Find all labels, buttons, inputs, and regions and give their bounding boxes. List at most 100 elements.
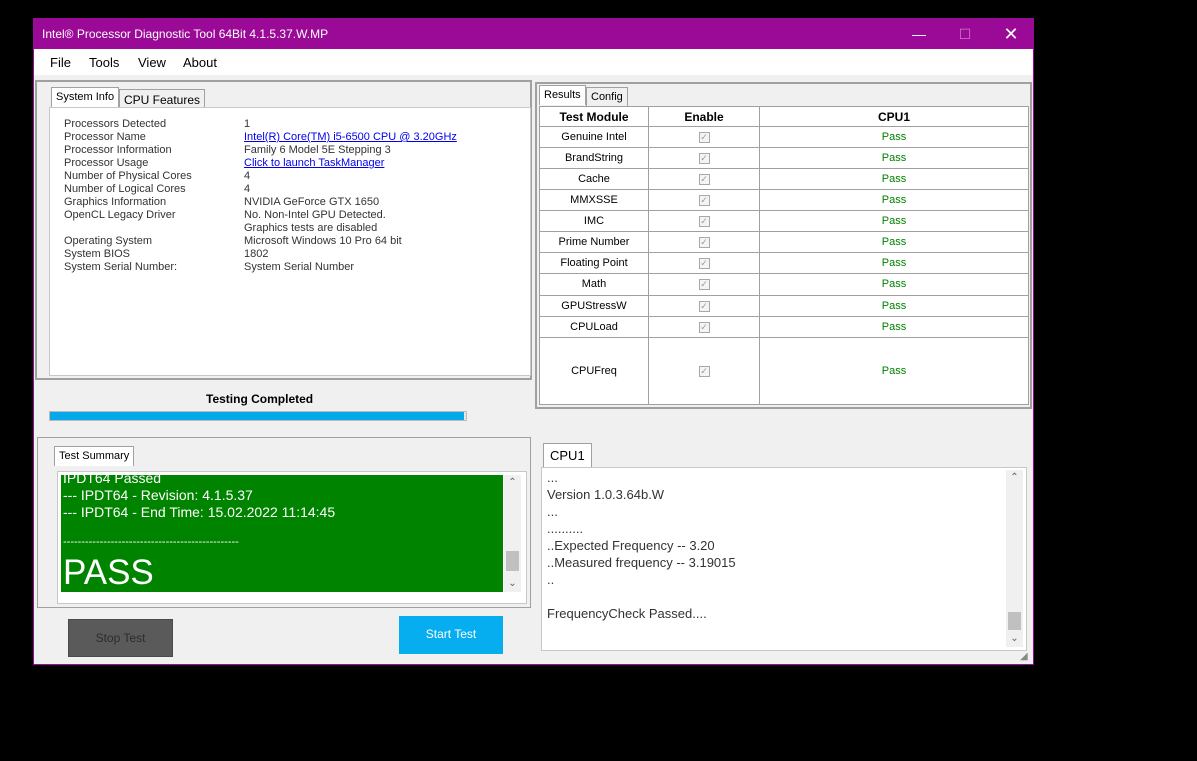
stop-test-button[interactable]: Stop Test: [68, 619, 173, 657]
info-value: Microsoft Windows 10 Pro 64 bit: [244, 235, 402, 247]
enable-checkbox[interactable]: ✓: [698, 174, 710, 186]
enable-checkbox[interactable]: ✓: [698, 321, 710, 333]
enable-checkbox[interactable]: ✓: [698, 132, 710, 144]
info-label: Number of Physical Cores: [64, 170, 192, 182]
test-module-cell: CPULoad: [539, 315, 649, 338]
menu-view[interactable]: View: [138, 55, 166, 70]
summary-separator: ----------------------------------------…: [63, 536, 239, 548]
tab-system-info[interactable]: System Info: [51, 87, 120, 107]
test-module-cell: CPUFreq: [539, 336, 649, 406]
result-cell: Pass: [759, 168, 1029, 191]
cpu1-log: ... Version 1.0.3.64b.W............. ..Exp…: [541, 467, 1027, 651]
table-row[interactable]: BrandString ✓ Pass: [539, 147, 1029, 170]
enable-cell: ✓: [648, 315, 760, 338]
enable-checkbox[interactable]: ✓: [698, 300, 710, 312]
enable-checkbox[interactable]: ✓: [698, 258, 710, 270]
enable-cell: ✓: [648, 189, 760, 212]
enable-checkbox[interactable]: ✓: [698, 153, 710, 165]
info-value: Graphics tests are disabled: [244, 222, 378, 234]
results-table: Test Module Enable CPU1 Genuine Intel ✓ Pa…: [539, 106, 1029, 406]
enable-cell: ✓: [648, 210, 760, 233]
menu-file[interactable]: File: [50, 55, 71, 70]
enable-checkbox[interactable]: ✓: [698, 195, 710, 207]
scroll-thumb[interactable]: [1008, 612, 1021, 630]
resize-grip-icon[interactable]: ◢: [1020, 651, 1032, 663]
test-module-cell: Floating Point: [539, 252, 649, 275]
summary-scrollbar[interactable]: ⌃ ⌄: [504, 475, 521, 592]
enable-checkbox[interactable]: ✓: [698, 237, 710, 249]
maximize-button[interactable]: ☐: [942, 19, 988, 49]
log-line: ..........: [547, 521, 584, 536]
test-module-cell: Genuine Intel: [539, 125, 649, 149]
tab-cpu1[interactable]: CPU1: [543, 443, 592, 467]
test-module-cell: Cache: [539, 168, 649, 191]
scroll-down-icon[interactable]: ⌄: [504, 576, 521, 592]
scroll-up-icon[interactable]: ⌃: [1006, 470, 1023, 486]
menu-bar: File Tools View About: [34, 49, 1033, 75]
info-value: Family 6 Model 5E Stepping 3: [244, 144, 391, 156]
menu-tools[interactable]: Tools: [89, 55, 119, 70]
summary-line: IPDT64 Passed: [63, 475, 162, 486]
table-row[interactable]: IMC ✓ Pass: [539, 210, 1029, 233]
result-cell: Pass: [759, 189, 1029, 212]
table-row[interactable]: MMXSSE ✓ Pass: [539, 189, 1029, 212]
enable-checkbox[interactable]: ✓: [698, 365, 710, 377]
info-link[interactable]: Click to launch TaskManager: [244, 157, 384, 170]
enable-cell: ✓: [648, 294, 760, 317]
table-row[interactable]: Prime Number ✓ Pass: [539, 231, 1029, 254]
log-line: ..Measured frequency -- 3.19015: [547, 555, 736, 570]
enable-checkbox[interactable]: ✓: [698, 216, 710, 228]
log-line: ..Expected Frequency -- 3.20: [547, 538, 715, 553]
minimize-button[interactable]: —: [896, 19, 942, 49]
enable-cell: ✓: [648, 147, 760, 170]
log-scrollbar[interactable]: ⌃ ⌄: [1006, 470, 1023, 647]
scroll-thumb[interactable]: [506, 551, 519, 571]
title-bar[interactable]: Intel® Processor Diagnostic Tool 64Bit 4…: [34, 19, 1033, 49]
test-summary-box: IPDT64 Passed --- IPDT64 - Revision: 4.1…: [57, 471, 527, 604]
table-row[interactable]: Math ✓ Pass: [539, 273, 1029, 296]
table-row[interactable]: GPUStressW ✓ Pass: [539, 294, 1029, 317]
info-label: Number of Logical Cores: [64, 183, 186, 195]
progress-fill: [50, 412, 464, 420]
info-value: 1: [244, 118, 251, 130]
window-title: Intel® Processor Diagnostic Tool 64Bit 4…: [42, 27, 329, 41]
log-line: ..: [547, 572, 555, 587]
result-cell: Pass: [759, 125, 1029, 149]
info-link[interactable]: Intel(R) Core(TM) i5-6500 CPU @ 3.20GHz: [244, 131, 457, 144]
tab-test-summary[interactable]: Test Summary: [54, 446, 135, 466]
log-line: FrequencyCheck Passed....: [547, 606, 707, 621]
tab-config[interactable]: Config: [586, 87, 628, 107]
menu-about[interactable]: About: [183, 55, 217, 70]
table-row[interactable]: Genuine Intel ✓ Pass: [539, 125, 1029, 149]
tab-results[interactable]: Results: [539, 85, 586, 105]
cpu1-log-panel: CPU1 ... Version 1.0.3.64b.W.............…: [541, 443, 1027, 651]
info-value: 4: [244, 170, 251, 182]
app-window: Intel® Processor Diagnostic Tool 64Bit 4…: [33, 18, 1034, 665]
log-line: Version 1.0.3.64b.W: [547, 487, 665, 502]
status-text: Testing Completed: [206, 392, 314, 406]
table-row[interactable]: Floating Point ✓ Pass: [539, 252, 1029, 275]
table-row[interactable]: Cache ✓ Pass: [539, 168, 1029, 191]
start-test-button[interactable]: Start Test: [399, 616, 503, 654]
close-button[interactable]: ✕: [988, 19, 1034, 49]
system-info-list: Processors Detected 1 Processor Name Intel(…: [49, 107, 531, 376]
info-value: System Serial Number: [244, 261, 355, 273]
column-header-cpu1: CPU1: [759, 106, 1029, 127]
summary-output: IPDT64 Passed --- IPDT64 - Revision: 4.1…: [61, 475, 503, 592]
tab-cpu-features[interactable]: CPU Features: [119, 89, 206, 109]
table-row[interactable]: CPULoad ✓ Pass: [539, 315, 1029, 338]
enable-cell: ✓: [648, 231, 760, 254]
log-line: ...: [547, 504, 558, 519]
info-label: OpenCL Legacy Driver: [64, 209, 176, 221]
summary-line: --- IPDT64 - Revision: 4.1.5.37: [63, 487, 253, 503]
info-value: 4: [244, 183, 251, 195]
table-row[interactable]: CPUFreq ✓ Pass: [539, 336, 1029, 406]
enable-checkbox[interactable]: ✓: [698, 279, 710, 291]
enable-cell: ✓: [648, 336, 760, 406]
scroll-up-icon[interactable]: ⌃: [504, 475, 521, 491]
scroll-down-icon[interactable]: ⌄: [1006, 631, 1023, 647]
summary-result: PASS: [63, 553, 154, 592]
result-cell: Pass: [759, 336, 1029, 406]
test-module-cell: Math: [539, 273, 649, 296]
result-cell: Pass: [759, 252, 1029, 275]
